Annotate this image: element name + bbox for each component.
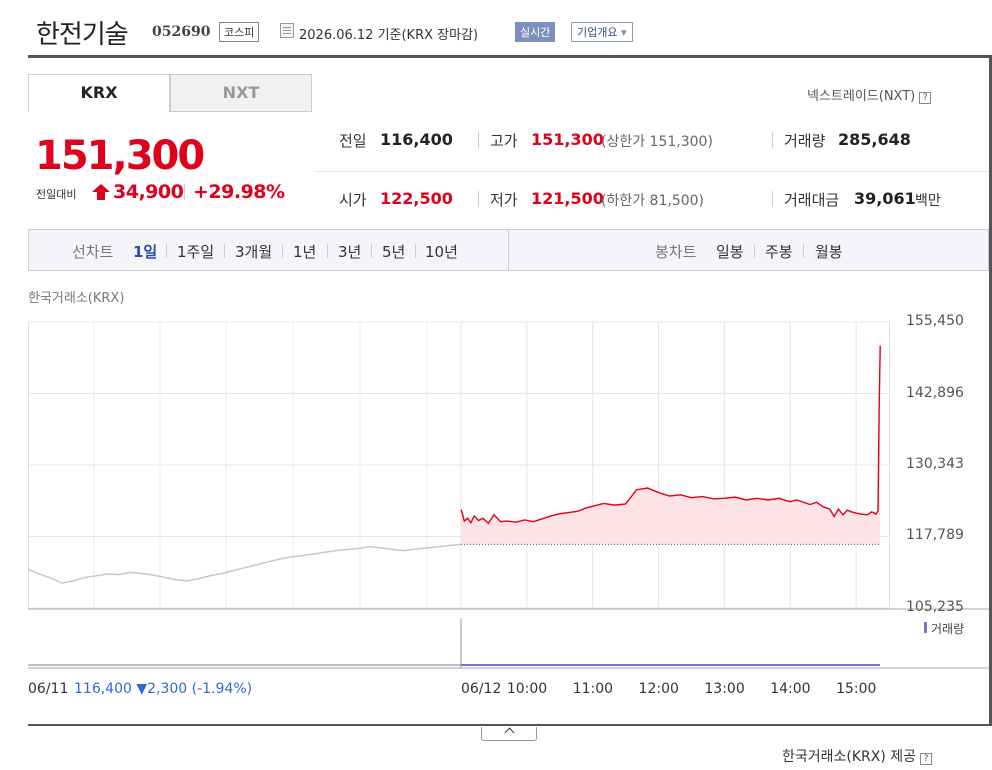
volume-label: 거래량 [784, 132, 826, 150]
period-5y[interactable]: 5년 [382, 241, 405, 262]
prev-day-close: 116,400 ▼2,300 (-1.94%) [74, 681, 252, 697]
low-label: 저가 [490, 191, 518, 209]
company-info-label: 기업개요 [577, 26, 618, 39]
upper-limit-text: (상한가 151,300) [601, 134, 713, 150]
prev-day-percent: (-1.94%) [191, 681, 253, 697]
stat-separator [772, 132, 773, 148]
source-footer: 한국거래소(KRX) 제공? [782, 746, 933, 766]
period-10y[interactable]: 10년 [425, 241, 458, 262]
market-badge: 코스피 [219, 22, 260, 42]
prev-close-value: 116,400 [380, 130, 453, 149]
header-divider [28, 55, 992, 58]
prev-day-change: ▼2,300 [136, 681, 188, 697]
line-chart-label: 선차트 [72, 243, 114, 261]
nextrade-link[interactable]: 넥스트레이드(NXT)? [807, 85, 932, 104]
candle-weekly[interactable]: 주봉 [765, 241, 793, 262]
help-icon[interactable]: ? [919, 92, 932, 104]
y-tick-label: 117,789 [906, 527, 964, 544]
x-tick-label: 06/12 [461, 681, 502, 697]
y-tick-label: 155,450 [906, 313, 964, 329]
x-tick-label: 15:00 [836, 681, 877, 697]
tab-nxt[interactable]: NXT [170, 74, 312, 112]
trade-amount-unit: 백만 [915, 193, 941, 209]
change-value: 34,900 [113, 181, 184, 203]
stock-name: 한전기술 [36, 20, 129, 50]
x-tick-label: 12:00 [638, 681, 679, 697]
volume-area [28, 618, 880, 668]
y-tick-label: 130,343 [906, 455, 964, 472]
nav-separator [166, 244, 167, 258]
y-tick-label: 105,235 [906, 599, 964, 615]
nav-separator [803, 244, 804, 258]
open-value: 122,500 [380, 189, 453, 208]
change-separator [184, 184, 185, 200]
chart-bottom-divider [28, 724, 989, 726]
period-3y[interactable]: 3년 [338, 241, 361, 262]
nav-separator [224, 244, 225, 258]
candle-monthly[interactable]: 월봉 [815, 241, 843, 262]
volume-legend-swatch [924, 622, 927, 633]
nav-separator [415, 244, 416, 258]
help-icon[interactable]: ? [920, 753, 933, 765]
change-label: 전일대비 [36, 188, 77, 201]
low-value: 121,500 [531, 189, 604, 208]
open-label: 시가 [339, 191, 367, 209]
high-label: 고가 [490, 132, 518, 150]
current-price: 151,300 [35, 133, 205, 179]
prev-day-date: 06/11 [28, 681, 69, 697]
x-tick-label: 14:00 [770, 681, 811, 697]
candle-chart-label: 봉차트 [655, 243, 697, 261]
high-value: 151,300 [531, 130, 604, 149]
nav-separator [327, 244, 328, 258]
nextrade-link-label: 넥스트레이드(NXT) [807, 89, 916, 104]
today-price-area [461, 345, 881, 545]
prev-close-label: 전일 [339, 132, 367, 150]
change-percent: +29.98% [193, 181, 285, 203]
x-tick-label: 11:00 [572, 681, 614, 697]
up-limit-arrow-icon [92, 184, 110, 200]
chart-grid [28, 321, 989, 669]
collapse-chart-button[interactable] [481, 727, 537, 741]
today-area [460, 345, 881, 545]
stat-separator [478, 191, 479, 207]
x-tick-label: 10:00 [506, 681, 548, 697]
date-text: 2026.06.12 기준(KRX 장마감) [299, 28, 479, 43]
company-info-button[interactable]: 기업개요 ▾ [571, 22, 633, 42]
prev-day-close-value: 116,400 [74, 681, 132, 697]
tab-krx[interactable]: KRX [28, 74, 170, 112]
trade-amount-label: 거래대금 [784, 191, 840, 209]
period-1y[interactable]: 1년 [293, 241, 316, 262]
volume-legend: 거래량 [931, 622, 965, 636]
y-tick-label: 142,896 [906, 384, 964, 401]
stats-divider [315, 171, 989, 172]
prev-day-area [28, 543, 462, 584]
price-chart[interactable] [28, 318, 989, 678]
chart-source-label: 한국거래소(KRX) [28, 291, 125, 306]
period-3m[interactable]: 3개월 [235, 241, 272, 262]
candle-daily[interactable]: 일봉 [716, 241, 744, 262]
stock-code: 052690 [152, 24, 211, 40]
stat-separator [772, 191, 773, 207]
volume-value: 285,648 [838, 130, 911, 149]
chevron-down-icon: ▾ [620, 26, 627, 39]
trade-amount-value: 39,061 [854, 189, 916, 208]
stat-separator [478, 132, 479, 148]
nav-separator [371, 244, 372, 258]
nav-separator [754, 244, 755, 258]
x-tick-label: 13:00 [704, 681, 745, 697]
calendar-icon [280, 23, 294, 38]
lower-limit-text: (하한가 81,500) [601, 193, 705, 209]
nav-separator [282, 244, 283, 258]
realtime-button[interactable]: 실시간 [515, 22, 556, 42]
source-footer-label: 한국거래소(KRX) 제공 [782, 749, 917, 765]
period-1w[interactable]: 1주일 [177, 241, 214, 262]
period-1d[interactable]: 1일 [133, 241, 157, 262]
prev-day-price-line [28, 543, 462, 584]
chart-nav-divider [508, 229, 509, 271]
